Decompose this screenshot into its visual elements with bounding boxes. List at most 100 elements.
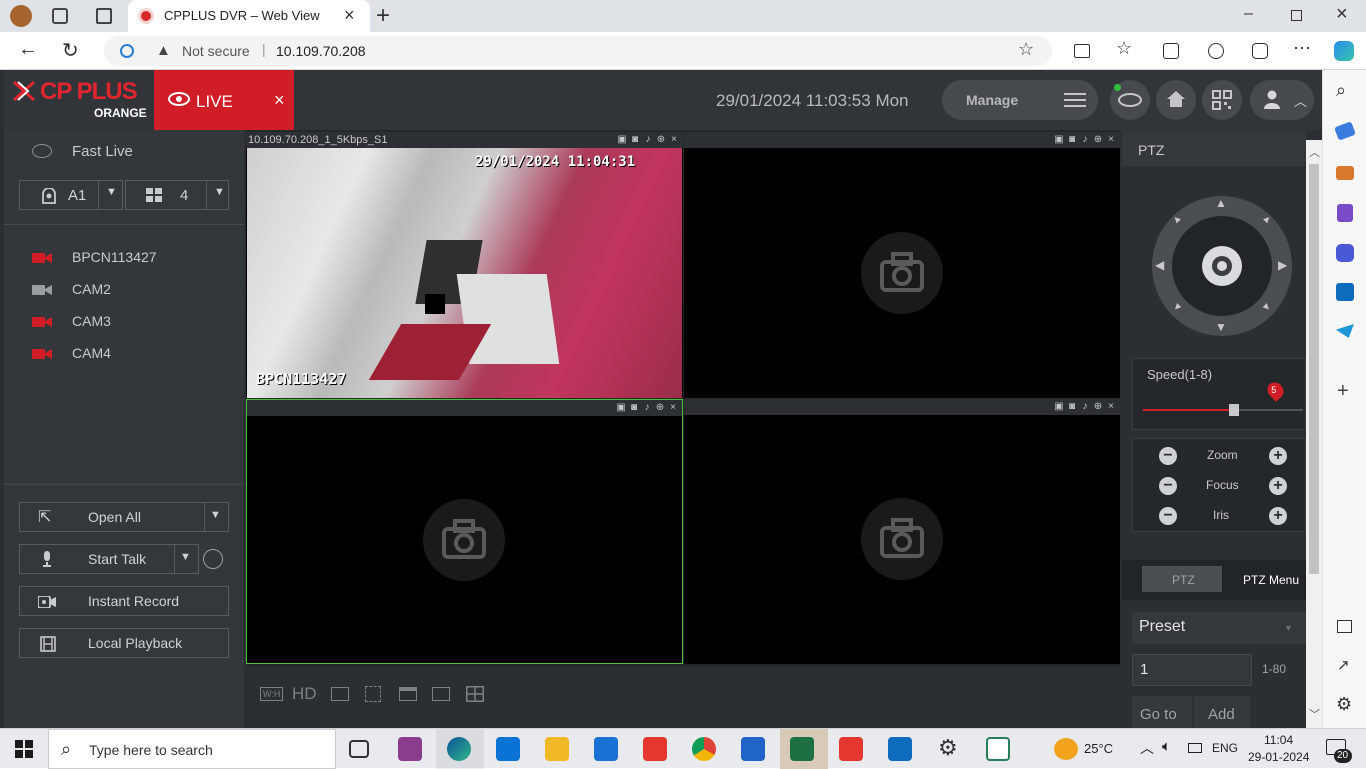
arrow-down-left-icon[interactable]: ▼ (1170, 300, 1185, 315)
collections-icon[interactable] (1163, 43, 1179, 59)
talk-toggle-icon[interactable] (203, 549, 223, 569)
close-icon[interactable]: × (669, 135, 679, 145)
scroll-thumb[interactable] (1309, 164, 1319, 574)
tab-ptz[interactable]: PTZ (1142, 566, 1222, 592)
goto-button[interactable]: Go to (1132, 696, 1192, 728)
fast-live-row[interactable]: Fast Live (4, 138, 244, 166)
close-icon[interactable]: × (1106, 135, 1116, 145)
security-label[interactable]: Not secure (182, 43, 250, 59)
chevron-down-icon[interactable]: ▼ (180, 551, 191, 563)
arrow-down-right-icon[interactable]: ▼ (1260, 300, 1275, 315)
arrow-up-right-icon[interactable]: ▲ (1260, 212, 1275, 227)
refresh-icon[interactable]: ↻ (62, 38, 79, 63)
open-all-button[interactable]: ⇱ Open All ▼ (19, 502, 229, 532)
local-playback-button[interactable]: Local Playback (19, 628, 229, 658)
back-icon[interactable]: ← (18, 38, 38, 61)
network-icon[interactable] (1188, 743, 1202, 753)
zoom-minus-button[interactable]: − (1159, 447, 1177, 465)
tray-chevron-icon[interactable]: ︿ (1140, 738, 1154, 758)
profile-avatar[interactable] (10, 5, 32, 27)
shopping-icon[interactable] (1334, 121, 1356, 141)
list-item[interactable]: CAM4 (4, 338, 244, 370)
list-item[interactable]: CAM3 (4, 306, 244, 338)
window-icon[interactable] (399, 687, 417, 701)
weather-temp[interactable]: 25°C (1084, 741, 1113, 756)
split-screen-icon[interactable] (1074, 44, 1090, 58)
hd-button[interactable]: HD (292, 684, 317, 704)
more-menu-icon[interactable]: ⋯ (1293, 38, 1311, 59)
stream-icon[interactable] (331, 687, 349, 701)
arrow-up-icon[interactable]: ▲ (1215, 196, 1227, 210)
preset-number-input[interactable]: 1 (1132, 654, 1252, 686)
fullscreen-icon[interactable] (365, 686, 381, 702)
office-icon[interactable] (1336, 244, 1354, 262)
taskbar-time[interactable]: 11:04 (1264, 733, 1293, 747)
tools-icon[interactable] (1336, 166, 1354, 180)
snapshot-icon[interactable]: ▣ (617, 135, 627, 145)
anydesk-icon[interactable] (839, 737, 863, 761)
audio-icon[interactable]: ♪ (643, 135, 653, 145)
excel-icon[interactable] (790, 737, 814, 761)
record-icon[interactable]: ◙ (630, 135, 640, 145)
zoom-plus-button[interactable]: + (1269, 447, 1287, 465)
zoom-icon[interactable]: ⊕ (655, 403, 665, 413)
add-sidebar-icon[interactable]: + (1337, 380, 1349, 403)
workspaces-icon[interactable] (52, 8, 68, 24)
audio-icon[interactable]: ♪ (1080, 402, 1090, 412)
focus-plus-button[interactable]: + (1269, 477, 1287, 495)
external-link-icon[interactable]: ↗ (1337, 656, 1350, 674)
store-icon[interactable] (496, 737, 520, 761)
volume-icon[interactable]: 🔈︎ (1162, 738, 1171, 755)
favorite-star-icon[interactable]: ☆ (1018, 39, 1034, 60)
list-item[interactable]: BPCN113427 (4, 242, 244, 274)
new-tab-icon[interactable]: + (376, 2, 390, 30)
focus-minus-button[interactable]: − (1159, 477, 1177, 495)
anydesk-icon[interactable] (643, 737, 667, 761)
mail-icon[interactable] (594, 737, 618, 761)
record-icon[interactable]: ◙ (1067, 135, 1077, 145)
favorites-icon[interactable]: ☆ (1116, 38, 1132, 59)
tab-live[interactable]: LIVE × (154, 70, 294, 130)
chevron-down-icon[interactable]: ▼ (210, 509, 221, 521)
single-split-icon[interactable] (432, 687, 450, 701)
arrow-right-icon[interactable]: ▶ (1278, 258, 1287, 272)
weather-icon[interactable] (1054, 738, 1078, 760)
zoom-icon[interactable]: ⊕ (656, 135, 666, 145)
taskbar-date[interactable]: 29-01-2024 (1248, 750, 1309, 764)
live-view-button[interactable] (1110, 80, 1150, 120)
browser-tab-active[interactable]: CPPLUS DVR – Web View × (128, 0, 370, 32)
window-close-icon[interactable]: × (1336, 3, 1348, 26)
speed-slider-track[interactable]: 5 (1143, 379, 1303, 416)
video-tile-2[interactable]: ▣ ◙ ♪ ⊕ × (684, 132, 1120, 398)
notepad-app-icon[interactable] (986, 737, 1010, 761)
file-explorer-icon[interactable] (545, 737, 569, 761)
outlook-icon[interactable] (1336, 283, 1354, 301)
iris-minus-button[interactable]: − (1159, 507, 1177, 525)
speed-slider-thumb[interactable] (1229, 404, 1239, 416)
scroll-up-icon[interactable]: ︿ (1309, 144, 1320, 160)
copilot-icon[interactable] (1334, 41, 1354, 61)
send-icon[interactable] (1336, 324, 1354, 338)
instant-record-button[interactable]: Instant Record (19, 586, 229, 616)
user-menu-button[interactable]: ︿ (1250, 80, 1314, 120)
taskbar-search-box[interactable]: ⌕ Type here to search (48, 729, 336, 769)
group-select[interactable]: A1 ▼ (19, 180, 123, 210)
snapshot-icon[interactable]: ▣ (616, 403, 626, 413)
arrow-left-icon[interactable]: ◀ (1155, 258, 1164, 272)
tab-actions-icon[interactable] (96, 8, 112, 24)
iris-plus-button[interactable]: + (1269, 507, 1287, 525)
quad-split-icon[interactable] (466, 686, 484, 702)
record-icon[interactable]: ◙ (1067, 402, 1077, 412)
sidebar-panel-icon[interactable] (1337, 620, 1352, 633)
zoom-icon[interactable]: ⊕ (1093, 135, 1103, 145)
ptz-direction-pad[interactable]: ▲ ▼ ◀ ▶ ▲ ▲ ▼ ▼ (1152, 196, 1292, 336)
snapshot-icon[interactable]: ▣ (1054, 135, 1064, 145)
input-language[interactable]: ENG (1212, 741, 1238, 755)
search-icon[interactable]: ⌕ (1336, 80, 1346, 101)
warning-icon[interactable]: ▲ (156, 42, 171, 59)
zoom-icon[interactable]: ⊕ (1093, 402, 1103, 412)
video-tile-3[interactable]: ▣ ◙ ♪ ⊕ × (246, 399, 683, 664)
scroll-down-icon[interactable]: ﹀ (1309, 706, 1320, 722)
snapshot-icon[interactable]: ▣ (1054, 402, 1064, 412)
restore-icon[interactable] (1291, 10, 1302, 21)
